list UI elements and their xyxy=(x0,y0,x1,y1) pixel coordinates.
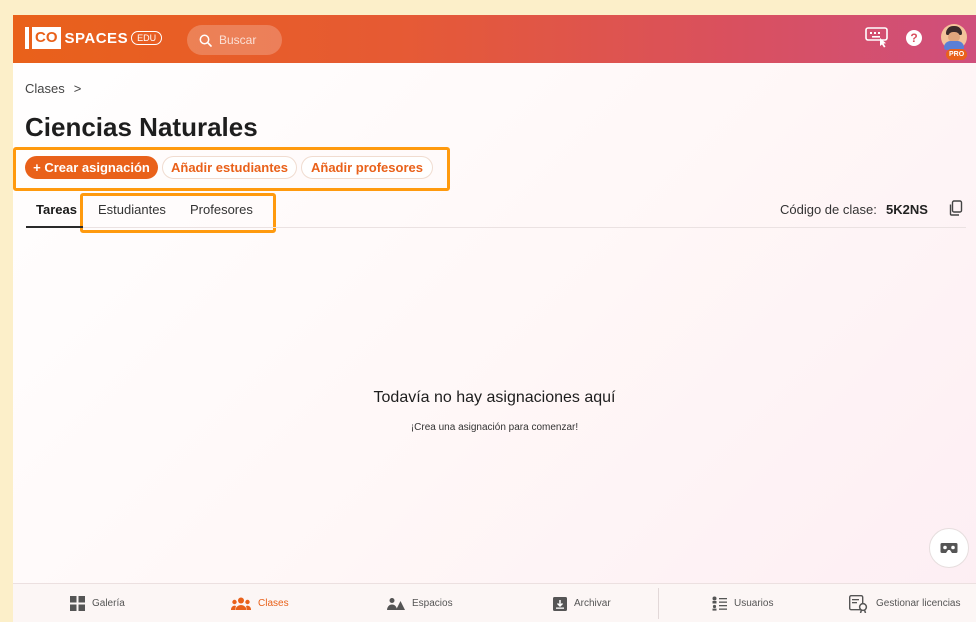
keyboard-touch-icon[interactable] xyxy=(865,26,889,48)
search-box[interactable] xyxy=(187,25,282,55)
logo-bar xyxy=(25,27,29,49)
app-window: CO SPACES EDU ? PRO C xyxy=(13,15,976,622)
copy-icon[interactable] xyxy=(949,200,963,216)
add-teachers-button[interactable]: Añadir profesores xyxy=(301,156,433,179)
nav-gestionar-licencias-label: Gestionar licencias xyxy=(876,598,961,609)
chevron-right-icon: > xyxy=(73,81,82,96)
nav-gestionar-licencias[interactable]: Gestionar licencias xyxy=(849,584,960,622)
breadcrumb-clases-link[interactable]: Clases xyxy=(25,81,65,96)
nav-espacios[interactable]: Espacios xyxy=(387,584,453,622)
logo-co: CO xyxy=(32,27,61,49)
page-title: Ciencias Naturales xyxy=(25,112,258,142)
add-students-button[interactable]: Añadir estudiantes xyxy=(162,156,297,179)
nav-archivar[interactable]: Archivar xyxy=(553,584,611,622)
nav-usuarios-label: Usuarios xyxy=(734,598,774,609)
breadcrumb: Clases > xyxy=(25,81,81,96)
empty-state-title: Todavía no hay asignaciones aquí xyxy=(373,389,616,406)
create-assignment-button[interactable]: + Crear asignación xyxy=(25,156,158,179)
tabs-divider xyxy=(26,227,966,228)
class-code-value: 5K2NS xyxy=(886,202,928,217)
logo-spaces: SPACES xyxy=(64,29,129,47)
vr-headset-button[interactable] xyxy=(929,528,969,568)
top-bar: CO SPACES EDU ? PRO xyxy=(13,15,976,63)
search-input[interactable] xyxy=(217,32,279,48)
nav-espacios-label: Espacios xyxy=(412,598,453,609)
cospaces-logo[interactable]: CO SPACES EDU xyxy=(25,27,163,49)
tab-profesores[interactable]: Profesores xyxy=(190,202,253,217)
user-avatar[interactable]: PRO xyxy=(941,24,968,60)
pro-badge: PRO xyxy=(946,49,968,60)
nav-usuarios[interactable]: Usuarios xyxy=(712,584,773,622)
archive-icon xyxy=(553,596,567,611)
class-code-label: Código de clase: xyxy=(780,202,877,217)
tab-estudiantes[interactable]: Estudiantes xyxy=(98,202,166,217)
license-icon xyxy=(849,594,868,613)
people-icon xyxy=(231,597,251,610)
nav-galeria-label: Galería xyxy=(92,598,125,609)
bottom-nav: Galería Clases Espacios Archivar Usuario… xyxy=(13,583,976,622)
spaces-icon xyxy=(387,597,405,610)
nav-divider xyxy=(658,588,659,619)
active-tab-indicator xyxy=(26,226,83,228)
vr-headset-icon xyxy=(940,543,958,553)
empty-state-subtitle: ¡Crea una asignación para comenzar! xyxy=(410,422,579,433)
search-icon xyxy=(199,34,212,47)
nav-clases-label: Clases xyxy=(258,598,289,609)
nav-archivar-label: Archivar xyxy=(574,598,611,609)
tab-tareas[interactable]: Tareas xyxy=(36,202,77,217)
users-list-icon xyxy=(712,596,727,611)
logo-edu-badge: EDU xyxy=(131,31,163,45)
help-icon[interactable]: ? xyxy=(905,29,923,47)
nav-clases[interactable]: Clases xyxy=(231,584,289,622)
grid-icon xyxy=(70,596,85,611)
nav-galeria[interactable]: Galería xyxy=(70,584,125,622)
svg-text:?: ? xyxy=(910,31,917,45)
